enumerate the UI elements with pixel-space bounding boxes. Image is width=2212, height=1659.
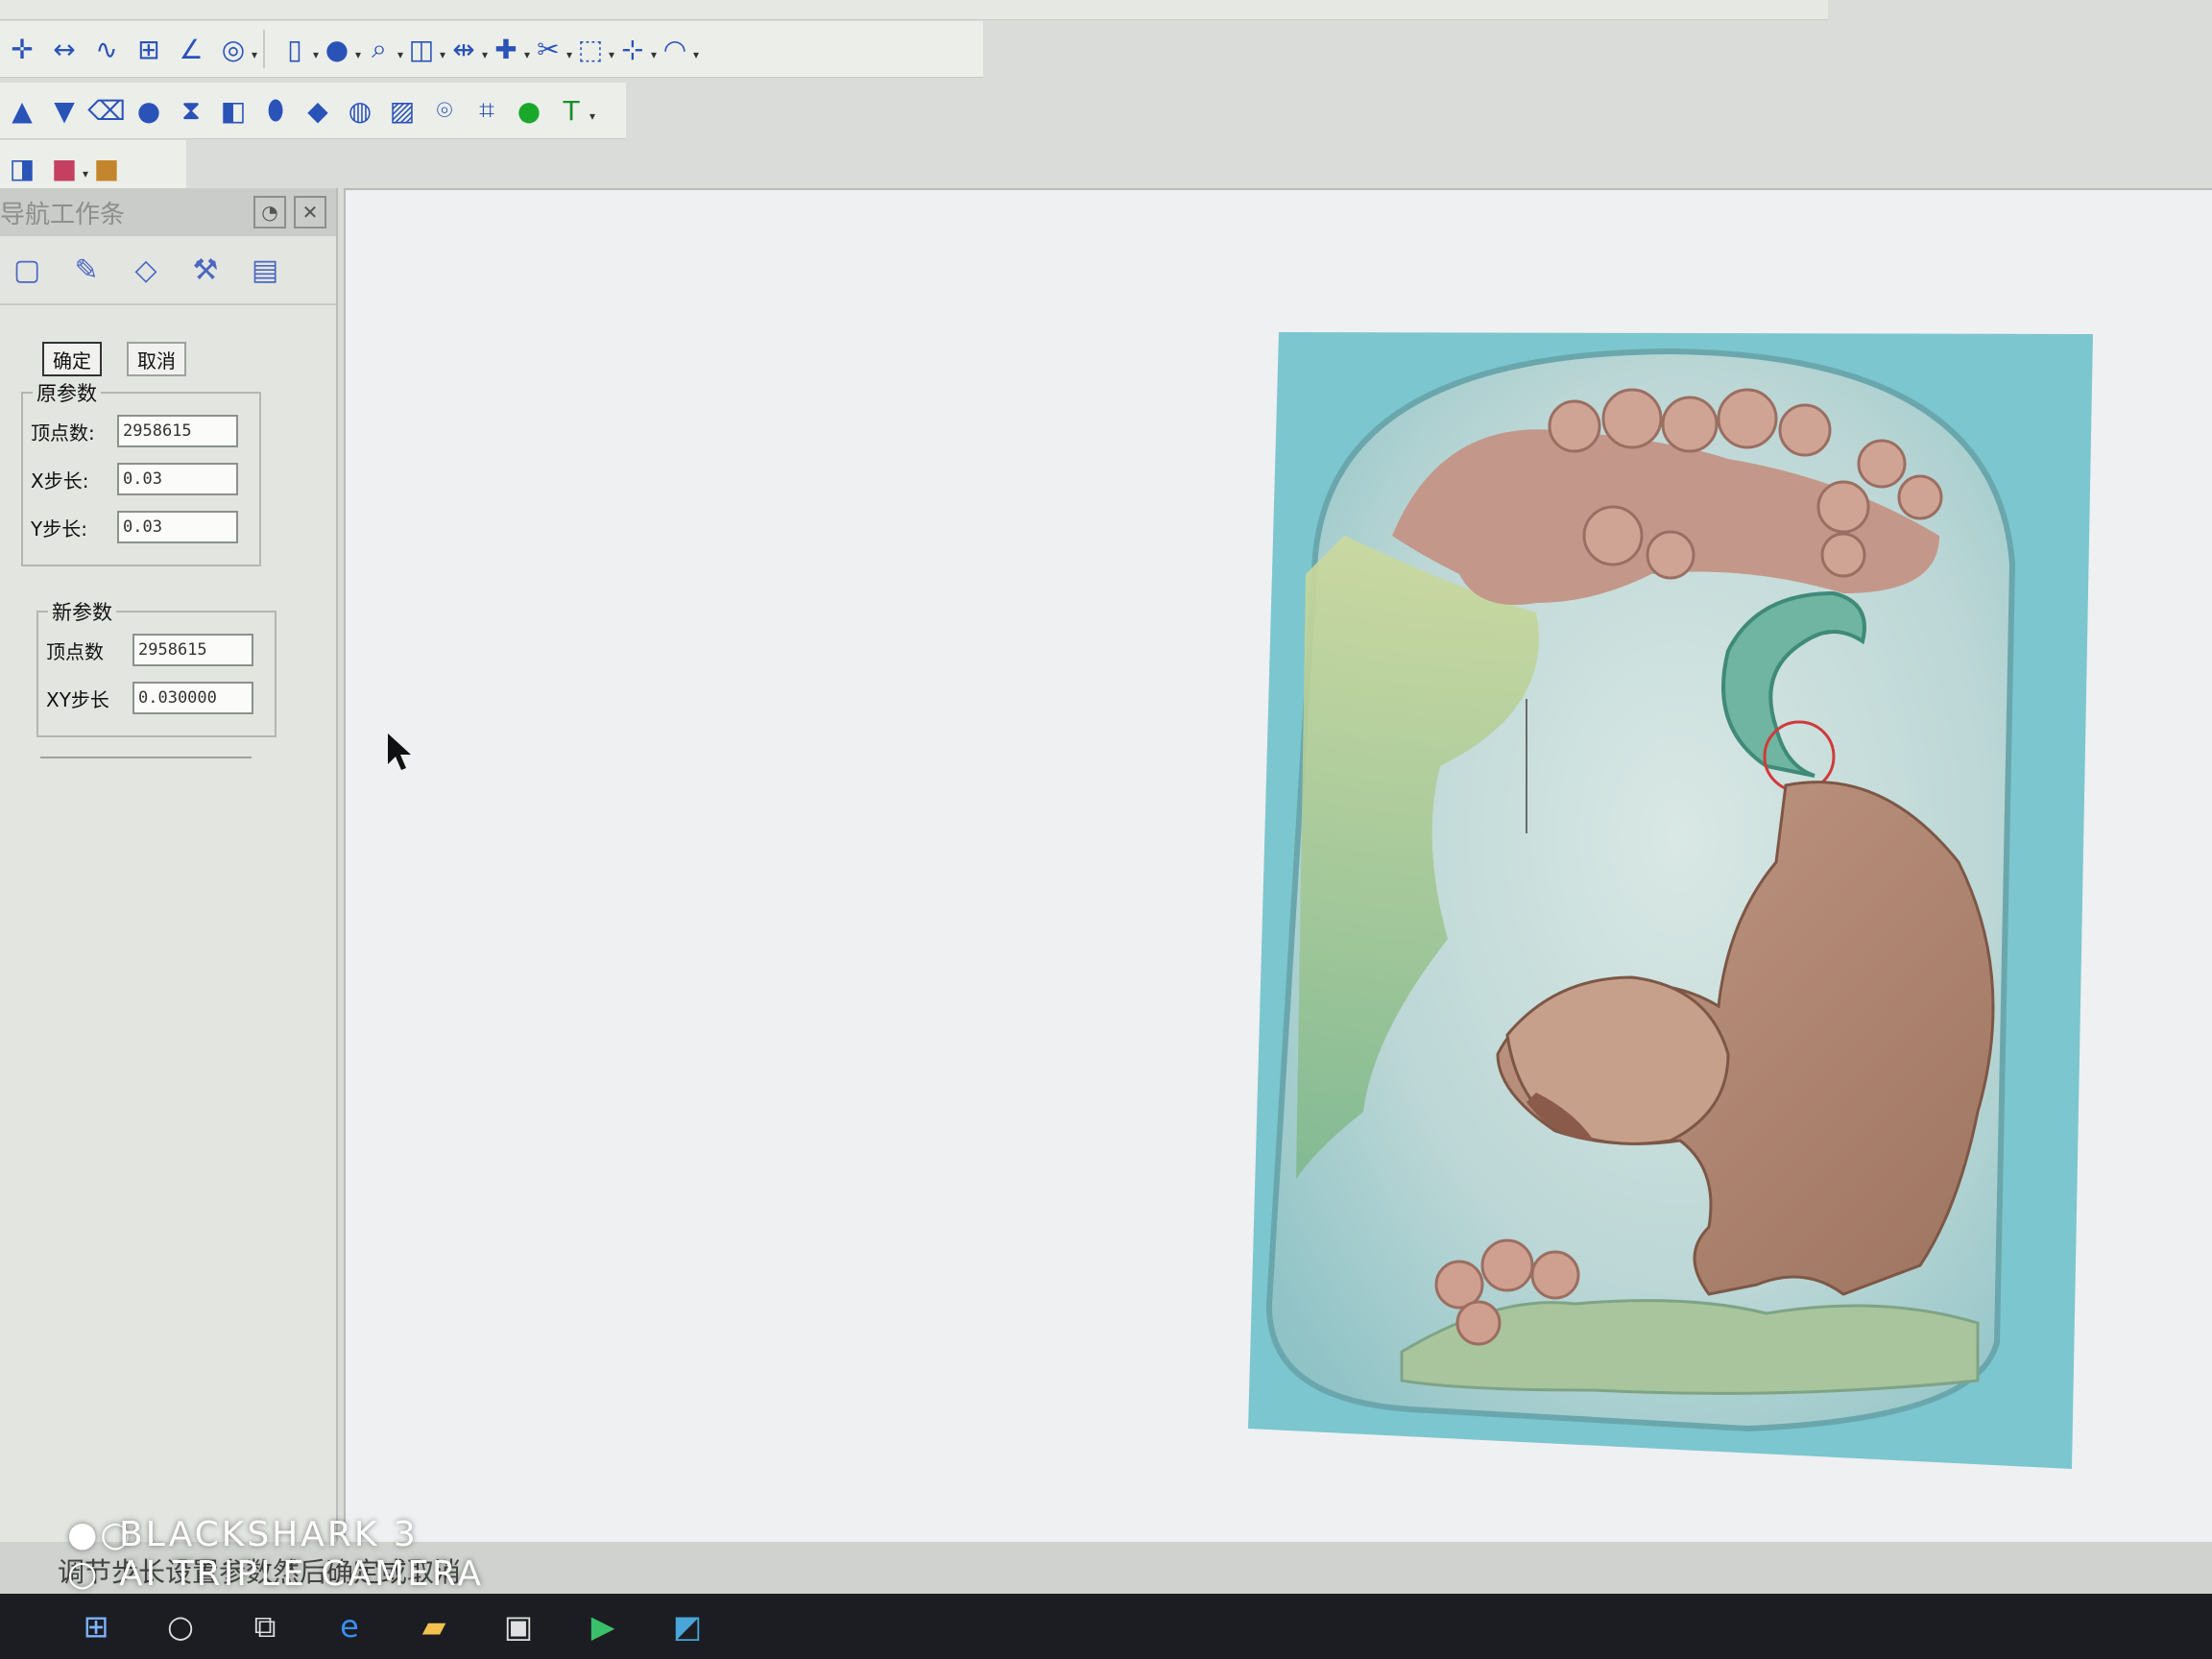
original-params-group: 原参数 顶点数: 2958615 X步长: 0.03 Y步长: 0.03 — [21, 378, 261, 566]
tab-object-icon[interactable]: ▢ — [4, 247, 50, 293]
vertex-count-field[interactable]: 2958615 — [117, 415, 238, 447]
close-icon[interactable]: ✕ — [294, 196, 326, 228]
panel-divider — [40, 757, 252, 758]
relief-carve-icon[interactable]: ▼ — [46, 92, 83, 129]
dome-icon[interactable]: ◠ ▾ — [657, 31, 699, 67]
point-icon[interactable]: ✚ ▾ — [488, 31, 530, 67]
wireless-icon[interactable]: ◎ ▾ — [215, 31, 257, 67]
xy-step-label: XY步长 — [46, 687, 109, 711]
camera-watermark-line2: AI TRIPLE CAMERA — [119, 1554, 485, 1594]
sphere-icon[interactable]: ● — [131, 92, 167, 129]
navigator-titlebar: 导航工作条 ◔ ✕ — [0, 188, 336, 236]
transform-icon[interactable]: ⬚ ▾ — [572, 31, 614, 67]
tab-tool-icon[interactable]: ⚒ — [182, 247, 228, 293]
texture-icon[interactable]: ▨ — [384, 92, 421, 129]
menu-toolbar-strip — [0, 0, 1828, 20]
navigator-panel: 导航工作条 ◔ ✕ ▢ ✎ ◇ ⚒ ▤ 确定 取消 原参数 顶点数: 29586… — [0, 188, 338, 1571]
new-params-legend: 新参数 — [48, 597, 116, 626]
camera-lens-icon-2: ○ — [67, 1554, 101, 1594]
globe-icon[interactable]: ◍ — [342, 92, 378, 129]
windows-taskbar: ⊞ ○ ⧉ e ▰ ▣ ▶ ◩ — [0, 1594, 2212, 1659]
new-params-group: 新参数 顶点数 2958615 XY步长 0.030000 — [36, 597, 276, 737]
file-explorer-icon[interactable]: ▰ — [415, 1608, 453, 1645]
x-step-label: X步长: — [31, 469, 89, 493]
app-icon[interactable]: ◩ — [668, 1608, 707, 1645]
color-swatch-icon[interactable]: ■ ▾ — [46, 150, 88, 186]
new-vertex-count-label: 顶点数 — [46, 639, 104, 663]
pin-icon[interactable]: ◔ — [253, 196, 286, 228]
windows-start-icon[interactable]: ⊞ — [77, 1608, 115, 1645]
confirm-button[interactable]: 确定 — [42, 342, 102, 376]
axis-xyz-icon[interactable]: ⊹ ▾ — [614, 31, 657, 67]
task-view-icon[interactable]: ⧉ — [246, 1608, 284, 1646]
xyz-origin-icon[interactable]: ✛ — [4, 31, 40, 67]
mouse-cursor-icon — [388, 733, 411, 770]
green-circle-icon[interactable]: ● — [511, 92, 547, 129]
measure-distance-icon[interactable]: ↔ — [46, 31, 83, 67]
drop-icon[interactable]: ⬮ — [257, 92, 294, 129]
y-step-label: Y步长: — [31, 517, 87, 541]
smooth-icon[interactable]: ◧ — [215, 92, 252, 129]
camera-watermark: ●○BLACKSHARK 3 ○ AI TRIPLE CAMERA — [67, 1515, 484, 1594]
store-icon[interactable]: ▣ — [499, 1608, 538, 1645]
pour-icon[interactable]: ⌾ — [426, 92, 463, 129]
toolbar-row-1: ✛ ↔ ∿ ⊞ ∠ ◎ ▾ ▯ ▾ ● ▾ ⌕ ▾ ◫ ▾ ⇹ ▾ ✚ ▾ ✂ ▾ ⬚ ▾ ⊹ ▾ … — [0, 21, 983, 78]
media-player-icon[interactable]: ▶ — [584, 1608, 622, 1645]
diamond-icon[interactable]: ◆ — [300, 92, 336, 129]
curve-edit-icon[interactable]: ∿ — [88, 31, 125, 67]
navigator-title: 导航工作条 — [0, 200, 126, 229]
navigator-tabs: ▢ ✎ ◇ ⚒ ▤ — [0, 236, 336, 305]
tab-plane-icon[interactable]: ◇ — [123, 247, 169, 293]
eraser-icon[interactable]: ⌫ — [87, 92, 126, 129]
relief-svg — [388, 332, 2093, 1469]
vertex-count-label: 顶点数: — [31, 421, 95, 445]
light-bulb-icon[interactable]: ● ▾ — [319, 31, 361, 67]
tab-brush-icon[interactable]: ✎ — [63, 247, 109, 293]
view-cube-icon[interactable]: ◫ ▾ — [403, 31, 445, 67]
scissors-icon[interactable]: ✂ ▾ — [530, 31, 572, 67]
move-icon[interactable]: ⇹ ▾ — [445, 31, 488, 67]
xy-step-field[interactable]: 0.030000 — [132, 682, 253, 714]
camera-lens-icon: ●○ — [67, 1515, 133, 1554]
tab-properties-icon[interactable]: ▤ — [242, 247, 288, 293]
layers-icon[interactable]: ◨ — [4, 150, 40, 186]
camera-watermark-line1: BLACKSHARK 3 — [119, 1515, 419, 1554]
x-step-field[interactable]: 0.03 — [117, 463, 238, 495]
original-params-legend: 原参数 — [33, 378, 101, 407]
3d-viewport[interactable] — [344, 188, 2212, 1573]
y-step-field[interactable]: 0.03 — [117, 511, 238, 543]
zoom-icon[interactable]: ⌕ ▾ — [361, 31, 403, 67]
edge-browser-icon[interactable]: e — [330, 1608, 369, 1645]
angle-icon[interactable]: ∠ — [173, 31, 209, 67]
relief-raise-icon[interactable]: ▲ — [4, 92, 40, 129]
dimension-icon[interactable]: ⊞ — [131, 31, 167, 67]
tool-t-icon[interactable]: T ▾ — [553, 92, 595, 129]
hourglass-icon[interactable]: ⧗ — [173, 92, 209, 129]
crop-icon[interactable]: ⌗ — [469, 92, 505, 129]
cancel-button[interactable]: 取消 — [127, 342, 186, 376]
new-vertex-count-field[interactable]: 2958615 — [132, 634, 253, 666]
gradient-color-icon[interactable]: ■ — [88, 150, 125, 186]
new-document-icon[interactable]: ▯ ▾ — [276, 31, 319, 67]
search-icon[interactable]: ○ — [161, 1608, 200, 1645]
toolbar-row-2: ▲ ▼ ⌫ ● ⧗ ◧ ⬮ ◆ ◍ ▨ ⌾ ⌗ ● T ▾ — [0, 83, 626, 139]
